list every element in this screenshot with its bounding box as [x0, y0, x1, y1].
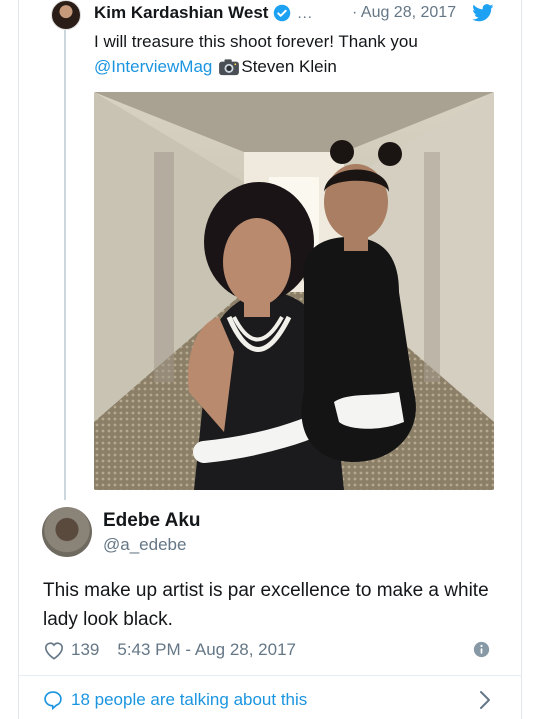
photo-credit: Steven Klein [241, 57, 337, 76]
quoted-tweet-header: Kim Kardashian West ... [94, 2, 313, 24]
twitter-bird-icon[interactable] [472, 4, 494, 22]
chevron-right-icon[interactable] [478, 690, 492, 710]
quoted-tweet-text: I will treasure this shoot forever! Than… [94, 32, 418, 51]
heart-icon[interactable] [43, 640, 65, 660]
camera-emoji-icon [219, 58, 240, 75]
reply-author-name[interactable]: Edebe Aku [103, 510, 201, 532]
quoted-author-name[interactable]: Kim Kardashian West [94, 3, 268, 23]
edebe-avatar[interactable] [42, 507, 92, 557]
conversation-link[interactable]: 18 people are talking about this [43, 687, 307, 713]
tweet-photo[interactable] [94, 92, 494, 490]
info-icon[interactable] [473, 641, 490, 658]
reply-tweet-text: This make up artist is par excellence to… [43, 580, 489, 630]
reply-author-handle[interactable]: @a_edebe [103, 535, 186, 555]
like-count[interactable]: 139 [71, 640, 99, 660]
photo-illustration [94, 92, 494, 490]
more-ellipsis[interactable]: ... [297, 5, 313, 22]
thread-connector [64, 30, 66, 500]
kim-avatar[interactable] [51, 0, 81, 30]
quoted-tweet-credits: @InterviewMag Steven Klein [94, 54, 337, 79]
footer-divider [18, 675, 522, 676]
speech-bubble-icon [44, 691, 62, 710]
reply-tweet-meta: 139 5:43 PM - Aug 28, 2017 [43, 638, 296, 662]
interviewmag-mention-link[interactable]: @InterviewMag [94, 54, 212, 79]
verified-badge-icon [274, 4, 291, 22]
quoted-tweet-date[interactable]: · Aug 28, 2017 [352, 4, 456, 22]
reply-timestamp[interactable]: 5:43 PM - Aug 28, 2017 [117, 640, 296, 660]
talking-count-text[interactable]: 18 people are talking about this [71, 690, 307, 710]
